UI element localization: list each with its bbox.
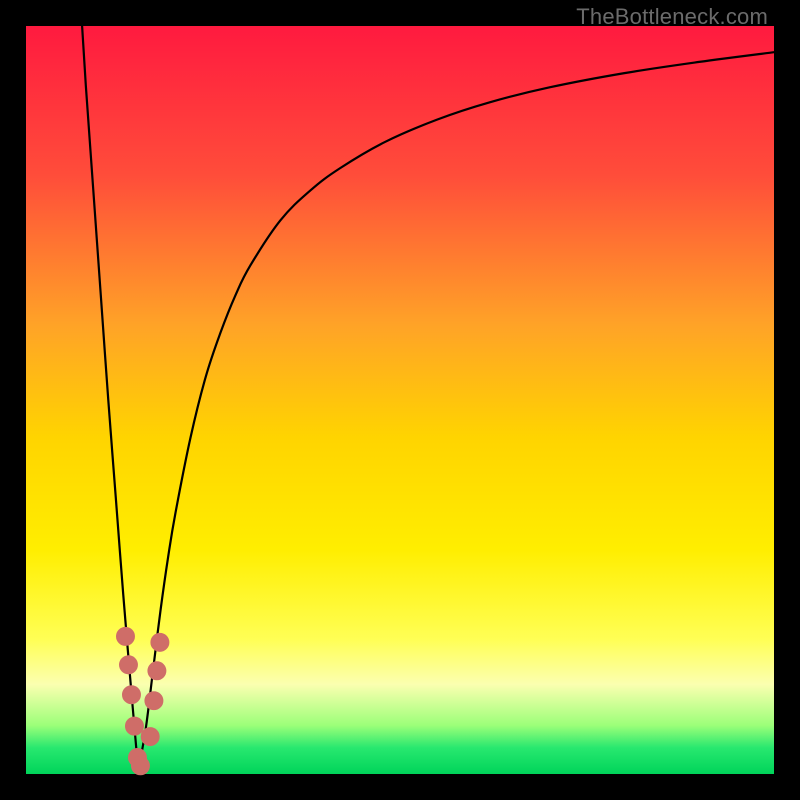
data-marker bbox=[120, 656, 138, 674]
data-marker bbox=[151, 633, 169, 651]
chart-svg bbox=[26, 26, 774, 774]
plot-area bbox=[26, 26, 774, 774]
data-marker bbox=[131, 757, 149, 775]
markers-group bbox=[117, 627, 169, 774]
data-marker bbox=[117, 627, 135, 645]
data-marker bbox=[145, 692, 163, 710]
watermark-text: TheBottleneck.com bbox=[576, 4, 768, 30]
data-marker bbox=[122, 686, 140, 704]
data-marker bbox=[125, 717, 143, 735]
curve-right-branch bbox=[138, 52, 774, 770]
data-marker bbox=[141, 728, 159, 746]
data-marker bbox=[148, 662, 166, 680]
app-frame: TheBottleneck.com bbox=[0, 0, 800, 800]
